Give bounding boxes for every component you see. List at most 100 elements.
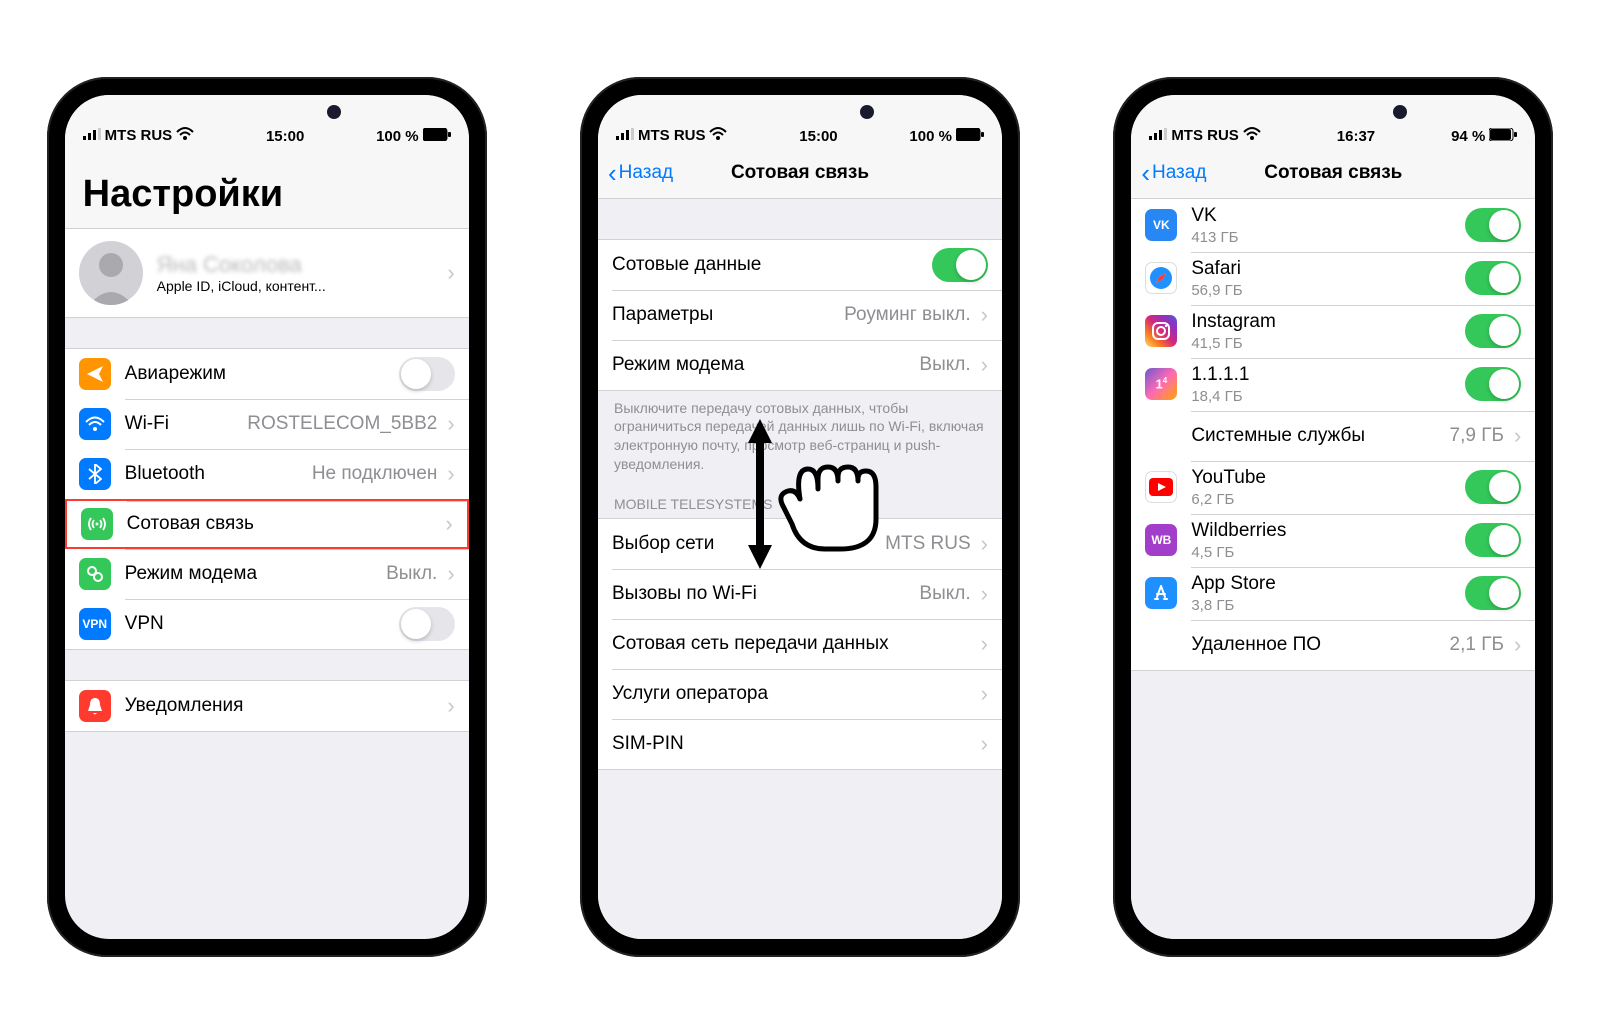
app-icon xyxy=(1145,577,1177,609)
row-label: Сотовая связь xyxy=(127,513,254,535)
avatar-icon xyxy=(79,241,143,305)
chevron-icon: › xyxy=(1514,423,1521,449)
app-icon xyxy=(1145,262,1177,294)
app-toggle[interactable] xyxy=(1465,367,1521,401)
chevron-icon: › xyxy=(981,302,988,328)
app-size: 4,5 ГБ xyxy=(1191,544,1286,561)
chevron-icon: › xyxy=(981,352,988,378)
chevron-icon: › xyxy=(981,731,988,757)
app-name: VK xyxy=(1191,205,1238,227)
chevron-icon: › xyxy=(447,561,454,587)
app-data-row[interactable]: WB Wildberries 4,5 ГБ xyxy=(1131,514,1535,567)
app-name: 1.1.1.1 xyxy=(1191,364,1249,386)
time-label: 15:00 xyxy=(799,128,837,145)
nav-bar: ‹ Назад Сотовая связь xyxy=(598,149,1002,199)
app-name: YouTube xyxy=(1191,467,1266,489)
cellular-data-row[interactable]: Сотовые данные xyxy=(598,240,1002,290)
profile-name: Яна Соколова xyxy=(157,252,326,278)
chevron-left-icon: ‹ xyxy=(608,160,617,186)
back-button[interactable]: ‹ Назад xyxy=(608,160,673,186)
app-toggle[interactable] xyxy=(1465,523,1521,557)
row-value: Роуминг выкл. xyxy=(844,304,971,326)
back-button[interactable]: ‹ Назад xyxy=(1141,160,1206,186)
app-name: App Store xyxy=(1191,573,1276,595)
carrier-services-row[interactable]: Услуги оператора › xyxy=(598,669,1002,719)
airplane-row[interactable]: Авиарежим xyxy=(65,349,469,399)
back-label: Назад xyxy=(1152,162,1206,184)
vpn-toggle[interactable] xyxy=(399,607,455,641)
app-data-row[interactable]: 141.1.1.118,4 ГБ xyxy=(1131,358,1535,411)
battery-label: 100 % xyxy=(909,128,952,145)
nav-title: Сотовая связь xyxy=(731,162,869,184)
signal-icon xyxy=(83,127,101,144)
row-label: Режим модема xyxy=(125,563,257,585)
app-toggle[interactable] xyxy=(1465,470,1521,504)
carrier-label: MTS RUS xyxy=(638,127,706,144)
app-data-row[interactable]: Safari56,9 ГБ xyxy=(1131,252,1535,305)
wifi-calling-row[interactable]: Вызовы по Wi-Fi Выкл. › xyxy=(598,569,1002,619)
system-services-row[interactable]: Системные службы7,9 ГБ› xyxy=(1131,411,1535,461)
section-header: MOBILE TELESYSTEMS xyxy=(598,488,1002,518)
phone-settings: MTS RUS 15:00 100 % Настройки Яна Соколо… xyxy=(47,77,487,957)
row-label: Сотовые данные xyxy=(612,254,761,276)
chevron-icon: › xyxy=(981,531,988,557)
screen: MTS RUS 16:37 94 % ‹ Назад Сотовая связь… xyxy=(1131,95,1535,939)
profile-sub: Apple ID, iCloud, контент... xyxy=(157,278,326,294)
row-label: Услуги оператора xyxy=(612,683,768,705)
app-toggle[interactable] xyxy=(1465,314,1521,348)
row-label: Режим модема xyxy=(612,354,744,376)
profile-row[interactable]: Яна Соколова Apple ID, iCloud, контент..… xyxy=(65,228,469,318)
row-label: VPN xyxy=(125,613,164,635)
vpn-row[interactable]: VPN VPN xyxy=(65,599,469,649)
cellular-data-network-row[interactable]: Сотовая сеть передачи данных › xyxy=(598,619,1002,669)
notifications-icon xyxy=(79,690,111,722)
sim-pin-row[interactable]: SIM-PIN › xyxy=(598,719,1002,769)
airplane-toggle[interactable] xyxy=(399,357,455,391)
network-select-row[interactable]: Выбор сети MTS RUS › xyxy=(598,519,1002,569)
app-data-row[interactable]: VK VK 413 ГБ xyxy=(1131,199,1535,252)
phone-cellular: MTS RUS 15:00 100 % ‹ Назад Сотовая связ… xyxy=(580,77,1020,957)
carrier-label: MTS RUS xyxy=(105,127,173,144)
chevron-icon: › xyxy=(445,511,452,537)
cellular-icon xyxy=(81,508,113,540)
app-size: 413 ГБ xyxy=(1191,229,1238,246)
app-toggle[interactable] xyxy=(1465,261,1521,295)
row-label: Wi-Fi xyxy=(125,413,169,435)
row-label: Удаленное ПО xyxy=(1191,634,1321,656)
hotspot-row[interactable]: Режим модема Выкл. › xyxy=(598,340,1002,390)
notifications-row[interactable]: Уведомления › xyxy=(65,681,469,731)
status-bar: MTS RUS 15:00 100 % xyxy=(65,95,469,149)
chevron-icon: › xyxy=(447,693,454,719)
app-size: 41,5 ГБ xyxy=(1191,335,1275,352)
app-icon: VK xyxy=(1145,209,1177,241)
chevron-icon: › xyxy=(1514,632,1521,658)
app-name: Instagram xyxy=(1191,311,1275,333)
hotspot-row[interactable]: Режим модема Выкл. › xyxy=(65,549,469,599)
app-name: Wildberries xyxy=(1191,520,1286,542)
bluetooth-row[interactable]: Bluetooth Не подключен › xyxy=(65,449,469,499)
wifi-icon xyxy=(1243,127,1261,145)
app-toggle[interactable] xyxy=(1465,576,1521,610)
nav-title: Сотовая связь xyxy=(1264,162,1402,184)
app-toggle[interactable] xyxy=(1465,208,1521,242)
chevron-icon: › xyxy=(447,260,454,286)
cellular-row[interactable]: Сотовая связь › xyxy=(65,499,469,549)
app-data-row[interactable]: App Store3,8 ГБ xyxy=(1131,567,1535,620)
row-label: Уведомления xyxy=(125,695,244,717)
bluetooth-icon xyxy=(79,458,111,490)
app-icon: 14 xyxy=(1145,368,1177,400)
wifi-icon xyxy=(176,127,194,145)
app-data-row[interactable]: Instagram 41,5 ГБ xyxy=(1131,305,1535,358)
cellular-data-toggle[interactable] xyxy=(932,248,988,282)
wifi-row[interactable]: Wi-Fi ROSTELECOM_5BB2 › xyxy=(65,399,469,449)
app-icon: WB xyxy=(1145,524,1177,556)
battery-label: 100 % xyxy=(376,128,419,145)
status-bar: MTS RUS 16:37 94 % xyxy=(1131,95,1535,149)
row-value: 2,1 ГБ xyxy=(1450,634,1504,656)
airplane-icon xyxy=(79,358,111,390)
removed-software-row[interactable]: Удаленное ПО 2,1 ГБ › xyxy=(1131,620,1535,670)
options-row[interactable]: Параметры Роуминг выкл. › xyxy=(598,290,1002,340)
app-data-row[interactable]: YouTube6,2 ГБ xyxy=(1131,461,1535,514)
wifi-icon xyxy=(709,127,727,145)
row-value: MTS RUS xyxy=(885,533,971,555)
